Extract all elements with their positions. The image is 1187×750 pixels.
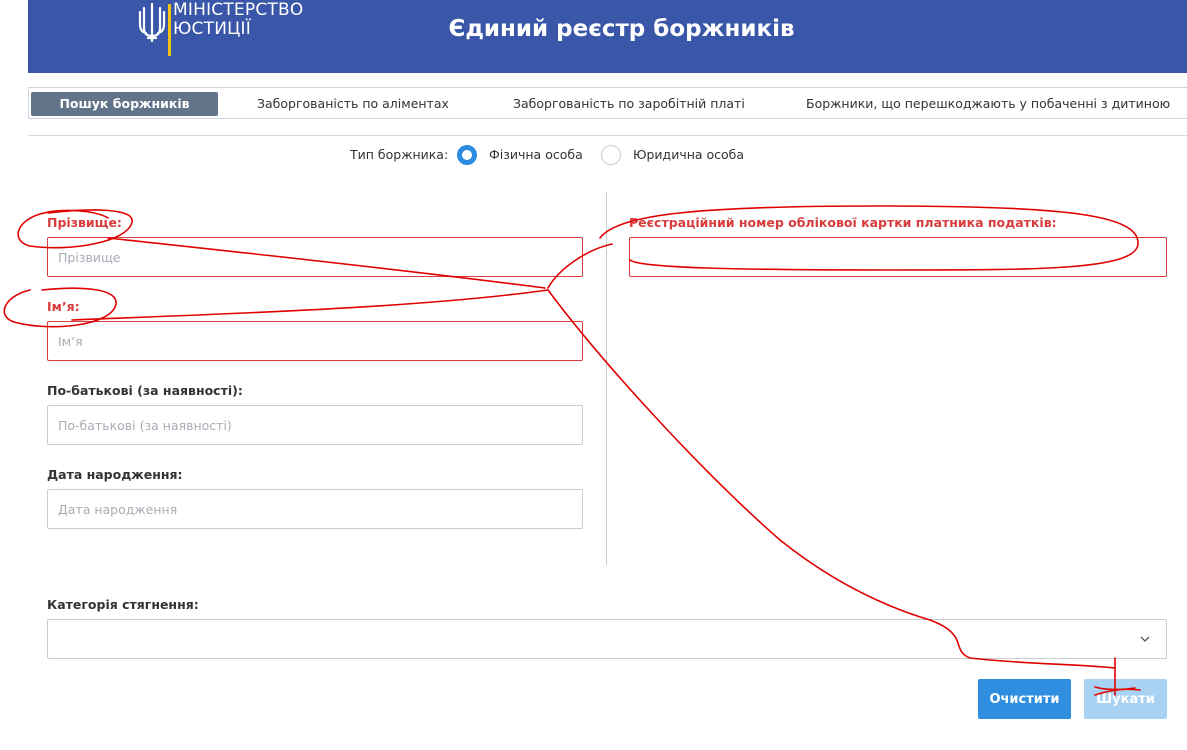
- radio-legal-entity-label[interactable]: Юридична особа: [633, 143, 744, 167]
- tab-debtor-search[interactable]: Пошук боржників: [31, 92, 218, 116]
- tab-alimony-debt[interactable]: Заборгованість по аліментах: [257, 92, 449, 116]
- surname-label: Прізвище:: [47, 215, 122, 230]
- name-input[interactable]: [47, 321, 583, 361]
- clear-button[interactable]: Очистити: [978, 679, 1071, 719]
- page-title: Єдиний реєстр боржників: [448, 16, 795, 42]
- birth-date-label: Дата народження:: [47, 467, 183, 482]
- site-header: МІНІСТЕРСТВО ЮСТИЦІЇ Єдиний реєстр боржн…: [28, 0, 1187, 73]
- tax-number-label: Реєстраційний номер облікової картки пла…: [629, 215, 1057, 230]
- tab-salary-debt[interactable]: Заборгованість по заробітній платі: [513, 92, 745, 116]
- radio-legal-entity[interactable]: [601, 145, 621, 165]
- radio-individual-label[interactable]: Фізична особа: [489, 143, 583, 167]
- search-button[interactable]: Шукати: [1084, 679, 1167, 719]
- name-label: Ім’я:: [47, 299, 80, 314]
- section-divider: [28, 135, 1187, 136]
- patronymic-label: По-батькові (за наявності):: [47, 383, 243, 398]
- birth-date-input[interactable]: [47, 489, 583, 529]
- chevron-down-icon: [1140, 636, 1150, 642]
- tab-child-visitation[interactable]: Боржники, що перешкоджають у побаченні з…: [806, 92, 1170, 116]
- column-divider: [606, 192, 607, 565]
- surname-input[interactable]: [47, 237, 583, 277]
- category-select[interactable]: [47, 619, 1167, 659]
- category-label: Категорія стягнення:: [47, 597, 199, 612]
- search-tabs: Пошук боржників Заборгованість по алімен…: [28, 87, 1187, 119]
- tax-number-input[interactable]: [629, 237, 1167, 277]
- radio-individual[interactable]: [457, 145, 477, 165]
- debtor-type-label: Тип боржника:: [350, 147, 449, 162]
- patronymic-input[interactable]: [47, 405, 583, 445]
